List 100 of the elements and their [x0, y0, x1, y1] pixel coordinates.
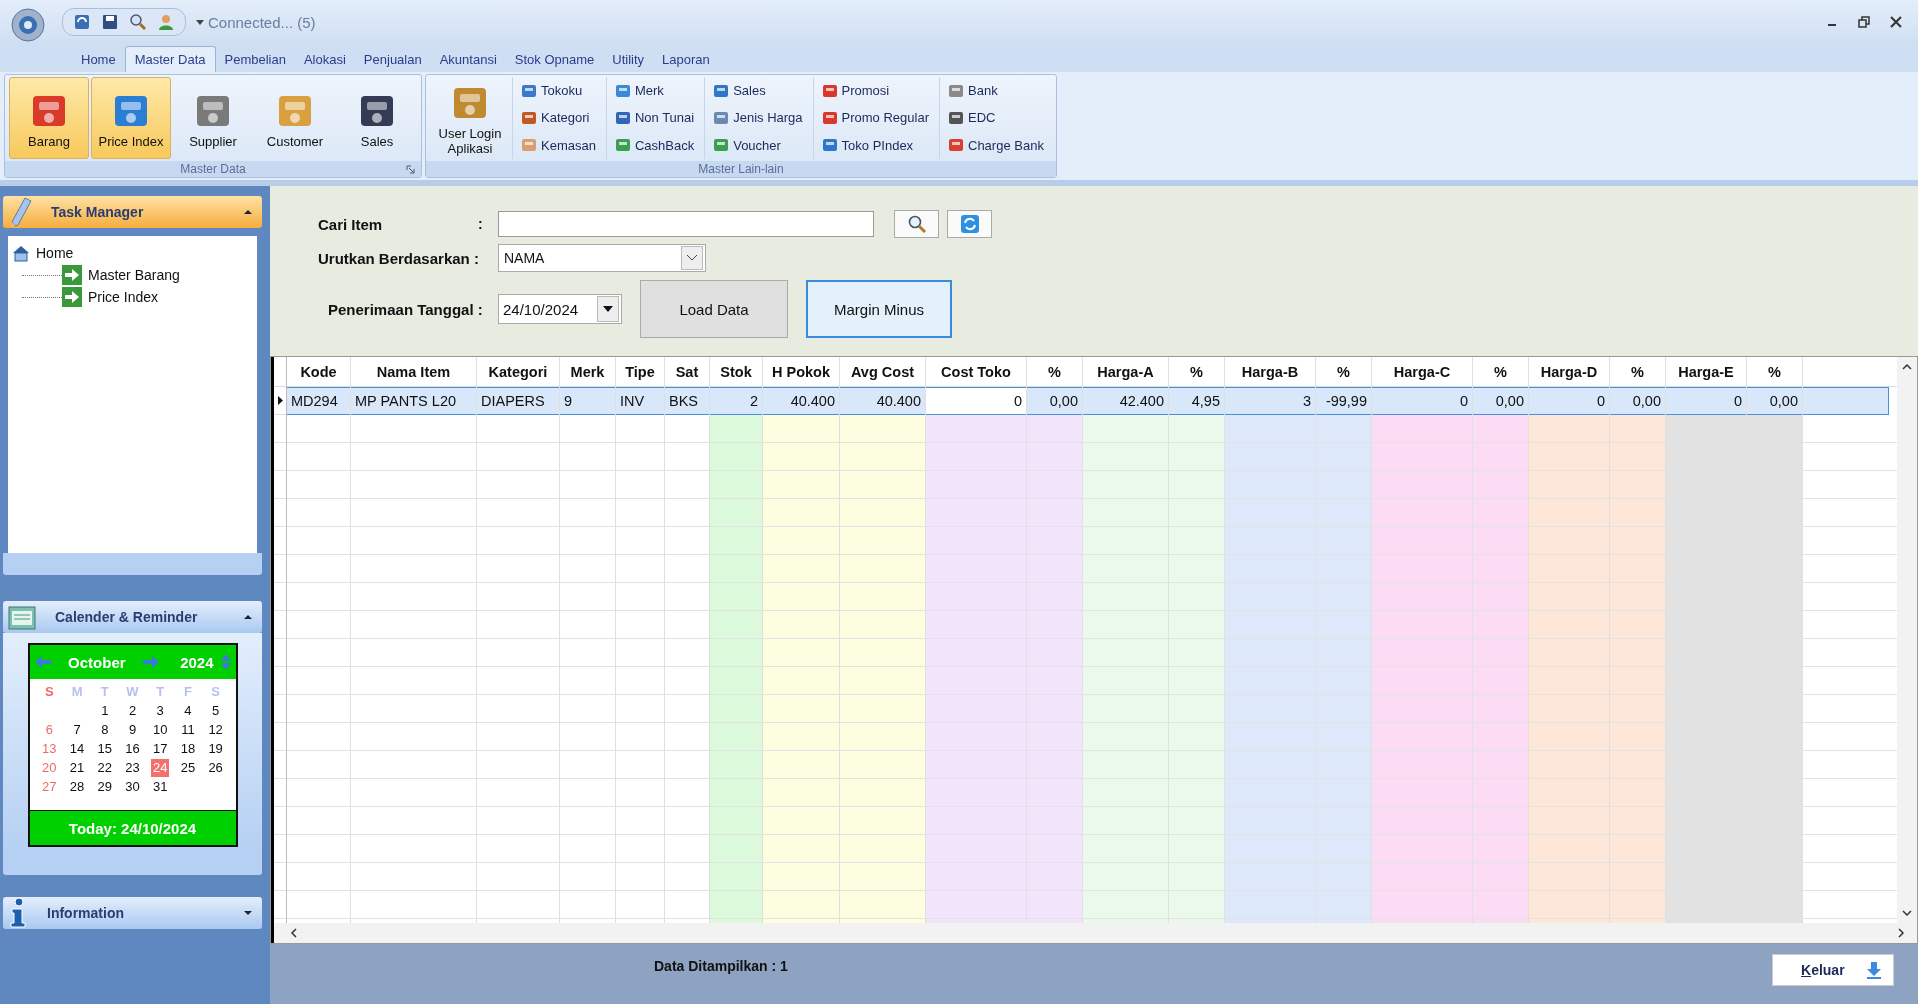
- calendar-day[interactable]: 10: [146, 721, 175, 739]
- arrow-right-icon: [62, 287, 82, 307]
- user-icon[interactable]: [157, 13, 175, 31]
- record-count: Data Ditampilkan : 1: [654, 958, 788, 974]
- calendar-day[interactable]: 4: [174, 702, 202, 720]
- ribbon-tab[interactable]: Pembelian: [215, 47, 295, 72]
- weekday-label: T: [155, 683, 166, 701]
- ribbon-small-button[interactable]: CashBack: [614, 137, 695, 154]
- close-icon[interactable]: [1890, 16, 1902, 28]
- ribbon-small-button[interactable]: Merk: [614, 82, 695, 99]
- calendar-day[interactable]: 8: [90, 721, 119, 739]
- calendar-day[interactable]: 1: [90, 702, 119, 720]
- panel-header[interactable]: Task Manager: [3, 196, 262, 228]
- ribbon-button[interactable]: User Login Aplikasi: [430, 77, 510, 159]
- ribbon-small-button[interactable]: Tokoku: [521, 82, 596, 99]
- dropdown-arrow-icon[interactable]: [196, 18, 204, 26]
- calendar-day[interactable]: 15: [90, 740, 119, 758]
- tree-item[interactable]: Home: [12, 242, 253, 264]
- scroll-left-icon[interactable]: [290, 928, 298, 938]
- calendar-day[interactable]: 17: [146, 740, 175, 758]
- calendar-day[interactable]: 5: [201, 702, 230, 720]
- horizontal-scrollbar[interactable]: [271, 923, 1917, 943]
- expand-arrow-icon[interactable]: [244, 910, 252, 916]
- calendar-day[interactable]: 2: [118, 702, 147, 720]
- ribbon-tab[interactable]: Utility: [603, 47, 654, 72]
- ribbon-small-button[interactable]: Kemasan: [521, 137, 596, 154]
- calendar-day[interactable]: 28: [63, 778, 91, 796]
- download-arrow-icon: [1865, 961, 1883, 979]
- calendar-day[interactable]: 19: [201, 740, 230, 758]
- collapse-arrow-icon[interactable]: [244, 614, 252, 620]
- field-label: Cari Item: [318, 215, 384, 233]
- tree-item[interactable]: Master Barang: [62, 264, 180, 286]
- calendar-day[interactable]: 9: [118, 721, 147, 739]
- restore-icon[interactable]: [1858, 16, 1870, 28]
- date-picker[interactable]: 24/10/2024: [498, 294, 622, 324]
- scroll-right-icon[interactable]: [1897, 928, 1905, 938]
- ribbon-tab[interactable]: Laporan: [653, 47, 719, 72]
- calendar-day[interactable]: 16: [118, 740, 147, 758]
- ribbon-small-button[interactable]: Sales: [713, 82, 803, 99]
- calendar-day[interactable]: 11: [174, 721, 202, 739]
- table-cell: 40.400: [763, 387, 839, 415]
- collapse-arrow-icon[interactable]: [244, 209, 252, 215]
- table-cell: 0: [1372, 387, 1472, 415]
- scroll-down-icon[interactable]: [1902, 909, 1912, 917]
- search-icon[interactable]: [129, 13, 147, 31]
- ribbon-tab[interactable]: Stok Opname: [505, 47, 604, 72]
- dialog-launcher-icon[interactable]: [406, 165, 415, 174]
- calendar-day[interactable]: 21: [63, 759, 91, 777]
- calendar-day[interactable]: 25: [174, 759, 202, 777]
- panel-header[interactable]: Information: [3, 897, 262, 929]
- search-field[interactable]: [498, 211, 874, 237]
- ribbon-tab[interactable]: Master Data: [124, 46, 216, 72]
- calendar-day[interactable]: 22: [90, 759, 119, 777]
- ribbon-button[interactable]: Sales: [337, 77, 417, 159]
- calendar-day[interactable]: 18: [174, 740, 202, 758]
- ribbon-button[interactable]: Price Index: [91, 77, 171, 159]
- calendar-day[interactable]: 3: [146, 702, 175, 720]
- ribbon-tab[interactable]: Alokasi: [294, 47, 355, 72]
- refresh-icon[interactable]: [73, 13, 91, 31]
- table-cell: DIAPERS: [477, 387, 559, 415]
- calendar-day[interactable]: 7: [63, 721, 91, 739]
- ribbon-small-button[interactable]: Voucher: [713, 137, 803, 154]
- tree-item[interactable]: Price Index: [62, 286, 159, 308]
- ribbon-small-button[interactable]: Promosi: [821, 82, 929, 99]
- ribbon-tab[interactable]: Penjualan: [354, 47, 431, 72]
- table-cell: 3: [1225, 387, 1315, 415]
- exit-button[interactable]: Keluar: [1772, 954, 1894, 986]
- ribbon-small-button[interactable]: Charge Bank: [948, 137, 1044, 154]
- calendar-day[interactable]: 30: [118, 778, 147, 796]
- ribbon-small-button[interactable]: Promo Regular: [821, 110, 929, 126]
- weekday-label: M: [70, 683, 84, 701]
- save-icon[interactable]: [101, 13, 119, 31]
- table-cell: 2: [710, 387, 762, 415]
- ribbon-tab[interactable]: Akuntansi: [430, 47, 506, 72]
- ribbon-small-button[interactable]: Non Tunai: [614, 110, 695, 126]
- calendar-day[interactable]: 26: [201, 759, 230, 777]
- ribbon-small-button[interactable]: Bank: [948, 82, 1044, 99]
- action-button[interactable]: Margin Minus: [806, 280, 952, 338]
- ribbon-button[interactable]: Customer: [255, 77, 335, 159]
- panel-header[interactable]: Calender & Reminder: [3, 601, 262, 633]
- scroll-up-icon[interactable]: [1902, 363, 1912, 371]
- calendar-day[interactable]: 12: [201, 721, 230, 739]
- calendar-day[interactable]: 31: [146, 778, 175, 796]
- ribbon-small-button[interactable]: Toko PIndex: [821, 137, 929, 154]
- ribbon-button[interactable]: Barang: [9, 77, 89, 159]
- sort-dropdown[interactable]: NAMA: [498, 244, 706, 272]
- ribbon-small-button[interactable]: Jenis Harga: [713, 110, 803, 126]
- calendar-day[interactable]: 29: [90, 778, 119, 796]
- calendar-month: October: [67, 653, 127, 671]
- refresh-button[interactable]: [947, 210, 992, 238]
- ribbon-tab[interactable]: Home: [72, 47, 125, 72]
- table-cell: 40.400: [840, 387, 925, 415]
- calendar-day[interactable]: 14: [63, 740, 91, 758]
- ribbon-small-button[interactable]: Kategori: [521, 110, 596, 126]
- calendar-day[interactable]: 23: [118, 759, 147, 777]
- vertical-scrollbar[interactable]: [1897, 357, 1917, 923]
- search-button[interactable]: [894, 210, 939, 238]
- ribbon-button[interactable]: Supplier: [173, 77, 253, 159]
- ribbon-small-button[interactable]: EDC: [948, 110, 1044, 126]
- action-button[interactable]: Load Data: [640, 280, 788, 338]
